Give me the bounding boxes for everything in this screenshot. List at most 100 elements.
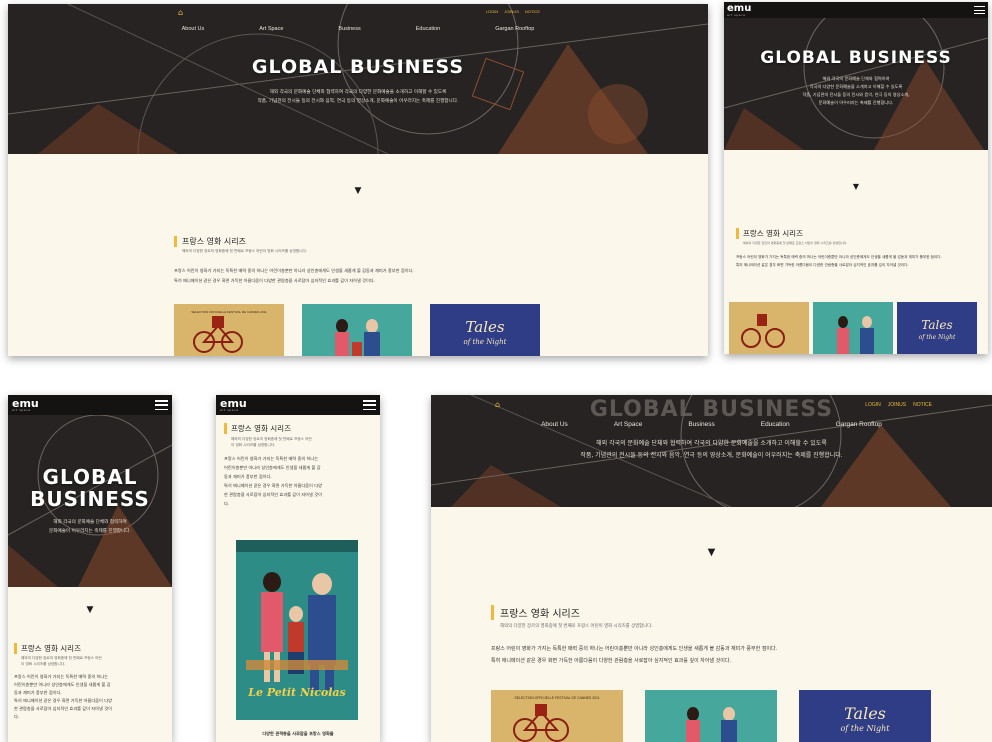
poster-tales-of-the-night[interactable]: Tales of the Night [897, 302, 977, 354]
section-body-line1: 프랑스 어린이 영화가 가지는 독특한 매력 중의 하나는 [224, 456, 319, 461]
hero-title-line1: GLOBAL [42, 465, 138, 489]
section-body-line1: 프랑스 어린이 영화가 가지는 독특한 매력 중의 하나는 [14, 674, 109, 679]
section-title: 프랑스 영화 시리즈 [14, 643, 168, 654]
scroll-down-arrow[interactable]: ▼ [431, 547, 992, 558]
family-illustration [302, 304, 412, 356]
logo[interactable]: emu art space [12, 398, 39, 412]
poster-title-night: of the Night [463, 338, 507, 346]
section-subtitle: 해외의 다양한 장르의 영화중에 첫 번째로 프랑스 어린이 영화 시리즈를 상… [182, 249, 307, 253]
poster-petit-nicolas[interactable] [813, 302, 893, 354]
hero-desc-line1: 해외 각국의 문화예술 단체와 협력하여 [53, 520, 127, 525]
desktop-screenshot-scrolled: GLOBAL BUSINESS ⌂ LOGIN JOINUS NOTICE Ab… [431, 395, 992, 742]
hero-desc-line2: 작품, 기념관의 전시들 등의 전시와 음악, 연극 등의 영상소개, 문화예술… [257, 99, 459, 104]
nav-education[interactable]: Education [761, 421, 790, 428]
poster-title-petit-nicolas: Le Petit Nicolas [248, 686, 346, 699]
tablet-screenshot: emu art space GLOBAL BUSINESS 해외 각국의 문화예술… [724, 2, 988, 354]
poster-title-tales: Tales [921, 318, 953, 332]
poster-petit-nicolas[interactable] [302, 304, 412, 356]
section-subtitle: 해외의 다양한 장르의 영화중에 첫 번째로 프랑스 어린이 영화 시리즈를 상… [743, 241, 848, 245]
hero-banner: GLOBAL BUSINESS 해외 각국의 문화예술 단체와 협력하여 문화예… [8, 415, 172, 587]
poster-tales-of-the-night[interactable]: Tales of the Night [430, 304, 540, 356]
section-body-line2: 특히 애니메이션 같은 경우 화면 가득한 아름다움이 다양한 관람층을 사로잡… [736, 262, 909, 267]
section-subtitle: 해외의 다양한 장르의 영화중에 첫 번째로 프랑스 어린이 영화 시리즈를 상… [500, 624, 653, 629]
nav-about-us[interactable]: About Us [541, 421, 568, 428]
hero-title: GLOBAL BUSINESS [251, 56, 465, 78]
poster-festival[interactable]: SELECTION OFFICIELLE FESTIVAL DE CANNES … [491, 690, 623, 742]
hero-desc-line2: 작품, 기념관의 전시들 등의 전시와 음악, 연극 등의 영상소개, 문화예술… [580, 452, 843, 459]
poster-caption: 다양한 관객층을 사로잡을 프랑스 영화들 [262, 731, 334, 736]
section-body-line1: 프랑스 어린이 영화가 가지는 독특한 매력 중의 하나는 어린이층뿐만 아니라… [491, 646, 778, 652]
poster-title-tales: Tales [465, 318, 505, 336]
hero-banner: ⌂ LOGIN JOINUS NOTICE About Us Art Space… [8, 4, 708, 154]
section-title: 프랑스 영화 시리즈 [224, 423, 376, 434]
section-title: 프랑스 영화 시리즈 [736, 228, 982, 239]
nav-art-space[interactable]: Art Space [614, 421, 643, 428]
scroll-down-arrow[interactable]: ▼ [724, 182, 988, 191]
poster-title-tales: Tales [844, 704, 886, 723]
poster-petit-nicolas[interactable] [645, 690, 777, 742]
mobile-screenshot-hero: emu art space GLOBAL BUSINESS 해외 각국의 문화예술… [8, 395, 172, 742]
scroll-down-arrow[interactable]: ▼ [8, 186, 708, 196]
hero-desc-line1: 해외 각국의 문화예술 단체와 협력하여 각국의 다양한 문화예술을 소개하고 … [596, 440, 827, 447]
logo[interactable]: emu art space [220, 398, 247, 412]
mobile-header: emu art space [8, 395, 172, 415]
screenshot-collage: ⌂ LOGIN JOINUS NOTICE About Us Art Space… [0, 0, 992, 742]
bicycle-illustration [741, 314, 785, 348]
tablet-header: emu art space [724, 2, 988, 18]
hero-title-line2: BUSINESS [30, 487, 150, 511]
logo[interactable]: emu art space [727, 3, 751, 17]
nav-business[interactable]: Business [688, 421, 714, 428]
section-title: 프랑스 영화 시리즈 [174, 236, 574, 247]
poster-row: SELECTION OFFICIELLE FESTIVAL DE CANNES … [491, 690, 931, 742]
hero-desc-line2: 각국의 다양한 문화예술을 소개하고 이해할 수 있도록 [809, 84, 903, 89]
hero-banner: GLOBAL BUSINESS 해외 각국의 문화예술 단체와 협력하여 각국의… [724, 18, 988, 150]
main-nav: About Us Art Space Business Education Ga… [431, 395, 992, 428]
section-body-line2: 어린이층뿐만 아니라 성인층에게도 인생을 새롭게 볼 감 [14, 682, 111, 687]
section-body-line2: 특히 애니메이션 같은 경우 화면 가득한 아름다움이 다양한 관람층을 사로잡… [491, 658, 732, 664]
nav-gargan-rooftop[interactable]: Gargan Rooftop [495, 26, 534, 32]
poster-petit-nicolas[interactable]: Le Petit Nicolas [236, 540, 358, 720]
poster-festival[interactable]: SELECTION OFFICIELLE FESTIVAL DE CANNES … [174, 304, 284, 356]
menu-icon[interactable] [155, 400, 168, 410]
section-body-line5: 한 관람층을 사로잡아 심지적인 효과를 깊이 자아낼 것이 [14, 706, 112, 711]
section-body-line2: 어린이층뿐만 아니라 성인층에게도 인생을 새롭게 볼 감 [224, 465, 321, 470]
poster-tales-of-the-night[interactable]: Tales of the Night [799, 690, 931, 742]
nav-gargan-rooftop[interactable]: Gargan Rooftop [836, 421, 882, 428]
mobile-screenshot-content: emu art space 프랑스 영화 시리즈 해외의 다양한 장르의 영화중에… [216, 395, 380, 742]
section-body-line4: 특히 애니메이션 같은 경우 화면 가득한 아름다움이 다양 [224, 483, 322, 488]
scroll-down-arrow[interactable]: ▼ [8, 605, 172, 615]
section-body-line4: 특히 애니메이션 같은 경우 화면 가득한 아름다움이 다양 [14, 698, 112, 703]
nav-about-us[interactable]: About Us [182, 26, 205, 32]
family-illustration [645, 690, 777, 742]
main-nav: About Us Art Space Business Education Ga… [8, 4, 708, 32]
poster-title-night: of the Night [918, 334, 956, 341]
section-body-line3: 동과 재미가 풍부한 점이다. [224, 474, 272, 479]
hero-banner: GLOBAL BUSINESS ⌂ LOGIN JOINUS NOTICE Ab… [431, 395, 992, 507]
section-body-line6: 다. [224, 501, 230, 506]
poster-row: SELECTION OFFICIELLE FESTIVAL DE CANNES … [174, 304, 540, 356]
hero-desc-line3: 작품, 기념관의 전시들 등의 전시와 음악, 연극 등의 영상소개, [802, 92, 910, 97]
mobile-header: emu art space [216, 395, 380, 415]
section-title: 프랑스 영화 시리즈 [491, 605, 971, 620]
poster-row: Tales of the Night [729, 302, 977, 354]
nav-business[interactable]: Business [338, 26, 360, 32]
section-subtitle-line1: 해외의 다양한 장르의 영화중에 첫 번째로 프랑스 어린 [21, 656, 102, 660]
section-body-line1: 프랑스 어린이 영화가 가지는 독특한 매력 중의 하나는 어린이층뿐만 아니라… [174, 268, 414, 273]
hero-desc-line1: 해외 각국의 문화예술 단체와 협력하여 각국의 다양한 문화예술을 소개하고 … [269, 90, 447, 95]
menu-icon[interactable] [974, 6, 985, 14]
family-illustration [813, 302, 893, 354]
section-subtitle-line2: 이 영화 시리즈를 상영합니다. [21, 662, 66, 666]
section-subtitle-line1: 해외의 다양한 장르의 영화중에 첫 번째로 프랑스 어린 [231, 437, 312, 441]
hero-desc-line1: 해외 각국의 문화예술 단체와 협력하여 [822, 76, 890, 81]
hero-title: GLOBAL BUSINESS [760, 48, 952, 68]
section-body-line3: 동과 재미가 풍부한 점이다. [14, 690, 62, 695]
poster-festival[interactable] [729, 302, 809, 354]
bicycle-illustration [193, 316, 243, 353]
section-body-line5: 한 관람층을 사로잡아 심지적인 효과를 깊이 자아낼 것이 [224, 492, 322, 497]
menu-icon[interactable] [363, 400, 376, 410]
nav-education[interactable]: Education [416, 26, 440, 32]
nav-art-space[interactable]: Art Space [259, 26, 283, 32]
section-body-line2: 특히 애니메이션 같은 경우 화면 가득한 아름다움이 다양한 관람층을 사로잡… [174, 278, 376, 283]
desktop-screenshot: ⌂ LOGIN JOINUS NOTICE About Us Art Space… [8, 4, 708, 356]
hero-desc-line4: 문화예술이 어우러지는 축제를 진행합니다. [818, 100, 894, 105]
